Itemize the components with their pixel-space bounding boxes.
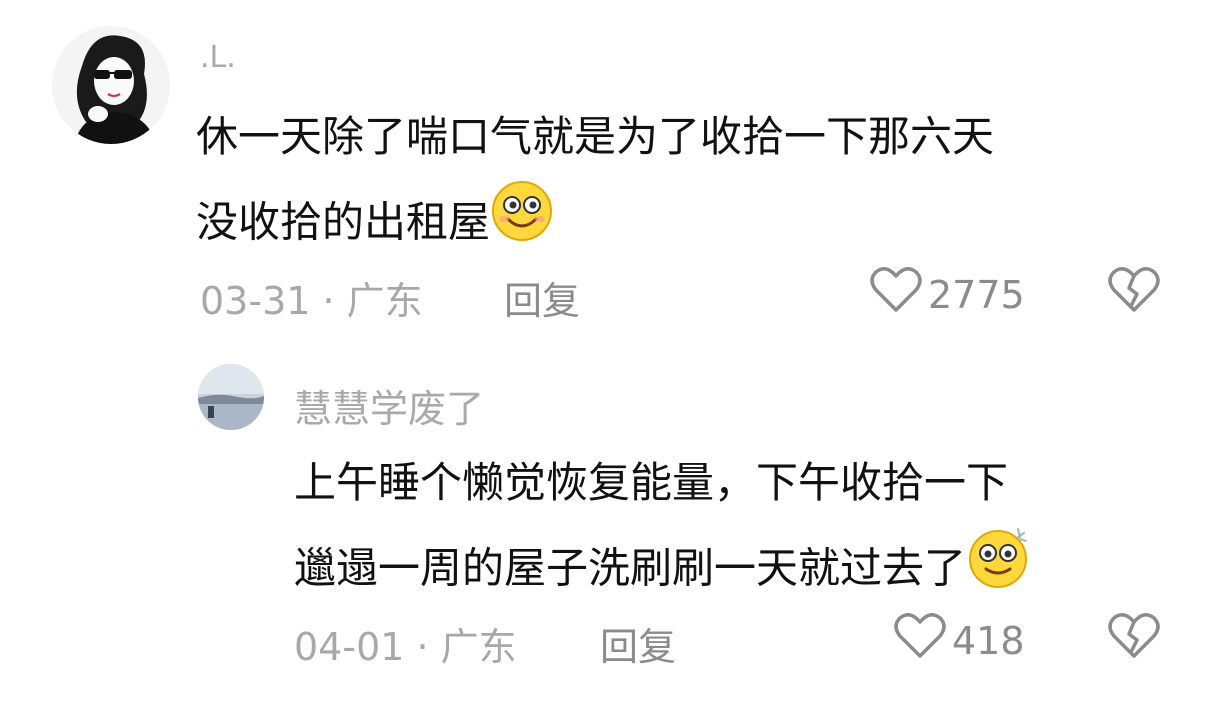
heart-outline-icon: [870, 266, 922, 323]
comment-text: 上午睡个懒觉恢复能量，下午收拾一下 邋遢一周的屋子洗刷刷一天就过去了: [294, 441, 1030, 617]
heart-outline-icon: [894, 612, 946, 669]
avatar[interactable]: [52, 26, 170, 144]
like-count: 418: [952, 618, 1025, 663]
avatar[interactable]: [198, 364, 264, 430]
comment-line: 休一天除了喘口气就是为了收拾一下那六天: [196, 112, 995, 161]
sweat-smile-emoji-icon: [966, 525, 1030, 617]
username[interactable]: .L.: [200, 40, 236, 75]
comment-line-with-emoji: 邋遢一周的屋子洗刷刷一天就过去了: [294, 525, 1030, 617]
avatar-photo: [198, 364, 264, 430]
comment-line: 没收拾的出租屋: [196, 197, 491, 247]
comment-line: 上午睡个懒觉恢复能量，下午收拾一下: [294, 458, 1009, 507]
like-button[interactable]: 418: [894, 612, 1025, 669]
date-location: 03-31 · 广东: [200, 279, 423, 323]
date-location: 04-01 · 广东: [294, 625, 517, 669]
like-count: 2775: [928, 272, 1025, 317]
username[interactable]: 慧慧学废了: [294, 378, 484, 433]
avatar-illustration: [52, 26, 170, 144]
like-button[interactable]: 2775: [870, 266, 1025, 323]
comment-text: 休一天除了喘口气就是为了收拾一下那六天 没收拾的出租屋: [196, 95, 994, 271]
reply-button[interactable]: 回复: [504, 270, 580, 325]
comment-line-with-emoji: 没收拾的出租屋: [196, 179, 994, 271]
dislike-button[interactable]: [1108, 266, 1160, 318]
broken-heart-icon: [1108, 267, 1160, 318]
smile-emoji-icon: [490, 179, 554, 271]
broken-heart-icon: [1108, 613, 1160, 664]
comment-line: 邋遢一周的屋子洗刷刷一天就过去了: [294, 543, 967, 593]
reply-button[interactable]: 回复: [600, 616, 676, 671]
dislike-button[interactable]: [1108, 612, 1160, 664]
